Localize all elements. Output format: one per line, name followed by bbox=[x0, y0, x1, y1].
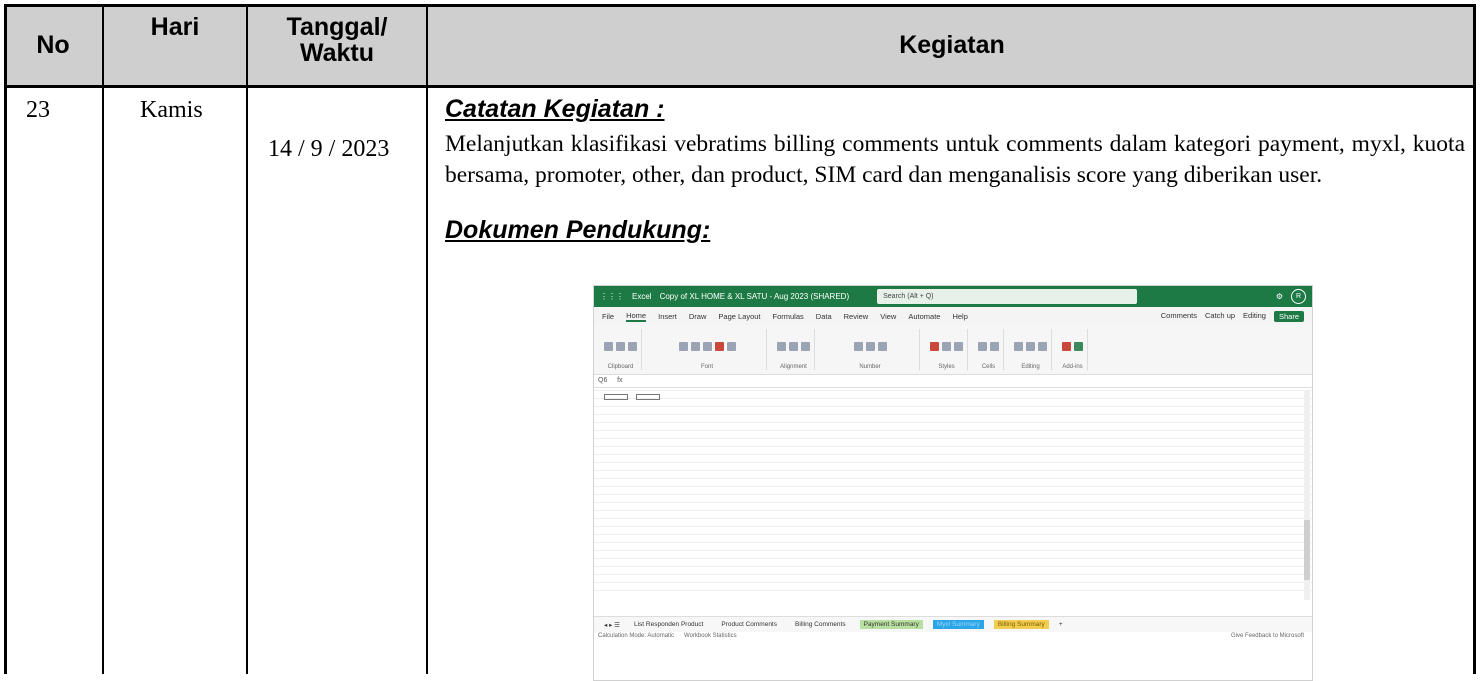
notes-title: Catatan Kegiatan : bbox=[445, 95, 665, 123]
supporting-document-title: Dokumen Pendukung: bbox=[445, 216, 711, 244]
sheet-tab: Billing Summary bbox=[993, 620, 1049, 629]
status-workbook-stats: Workbook Statistics bbox=[684, 633, 737, 639]
menu-page-layout: Page Layout bbox=[718, 311, 761, 321]
ribbon-group: Clipboard bbox=[600, 329, 642, 370]
catch-up-button: Catch up bbox=[1205, 310, 1236, 320]
row-tanggal: 14 / 9 / 2023 bbox=[268, 136, 390, 162]
row-no: 23 bbox=[26, 97, 50, 123]
menu-right: Comments Catch up Editing Share bbox=[1160, 310, 1304, 322]
editing-button: Editing bbox=[1243, 310, 1266, 320]
sheet-tab: Billing Comments bbox=[795, 621, 846, 628]
notes-text: Melanjutkan klasifikasi vebratims billin… bbox=[445, 131, 1465, 188]
status-feedback: Give Feedback to Microsoft bbox=[1230, 633, 1304, 639]
ribbon-group: Add-ins bbox=[1058, 329, 1088, 370]
excel-file-name: Copy of XL HOME & XL SATU - Aug 2023 (SH… bbox=[659, 292, 850, 301]
menu-file: File bbox=[602, 311, 615, 321]
ribbon-group: Number bbox=[821, 329, 920, 370]
menu-home: Home bbox=[626, 310, 647, 322]
sheet-tab: Payment Summary bbox=[859, 620, 923, 629]
excel-screenshot: ⋮⋮⋮ Excel Copy of XL HOME & XL SATU - Au… bbox=[593, 285, 1313, 681]
ribbon-group: Editing bbox=[1010, 329, 1052, 370]
menu-review: Review bbox=[843, 311, 869, 321]
add-sheet-icon: + bbox=[1058, 621, 1063, 628]
excel-menu: File Home Insert Draw Page Layout Formul… bbox=[594, 307, 1312, 325]
ribbon-group: Font bbox=[648, 329, 767, 370]
header-tanggal: Tanggal/ Waktu bbox=[248, 14, 426, 66]
row-hari: Kamis bbox=[140, 97, 203, 123]
menu-view: View bbox=[880, 311, 897, 321]
menu-draw: Draw bbox=[688, 311, 707, 321]
header-tanggal-line1: Tanggal/ bbox=[286, 13, 388, 41]
ribbon-group: Alignment bbox=[773, 329, 815, 370]
sheet-tab: List Responden Product bbox=[633, 621, 704, 628]
excel-ribbon: Clipboard Font Alignment Number Styles C… bbox=[594, 325, 1312, 375]
share-button: Share bbox=[1273, 310, 1304, 322]
cell-reference: Q6 bbox=[598, 377, 608, 384]
ribbon-group: Cells bbox=[974, 329, 1004, 370]
spreadsheet-grid bbox=[594, 390, 1312, 598]
header-tanggal-line2: Waktu bbox=[299, 39, 375, 67]
formula-bar: Q6 fx bbox=[594, 375, 1312, 388]
ribbon-group: Styles bbox=[926, 329, 968, 370]
vertical-scrollbar bbox=[1304, 390, 1310, 600]
gear-icon: ⚙ bbox=[1275, 292, 1283, 301]
status-calc-mode: Calculation Mode: Automatic bbox=[598, 633, 675, 639]
sheet-tab: Product Comments bbox=[721, 621, 777, 628]
header-no: No bbox=[36, 31, 70, 59]
sheet-tabs: ◂ ▸ ☰ List Responden Product Product Com… bbox=[594, 616, 1312, 632]
menu-help: Help bbox=[952, 311, 968, 321]
menu-insert: Insert bbox=[658, 311, 677, 321]
excel-app-name: Excel bbox=[632, 292, 652, 301]
sheet-nav-icon: ◂ ▸ ☰ bbox=[604, 621, 620, 629]
menu-formulas: Formulas bbox=[772, 311, 804, 321]
column-divider bbox=[102, 4, 104, 674]
avatar: R bbox=[1291, 289, 1306, 304]
menu-data: Data bbox=[815, 311, 832, 321]
header-kegiatan: Kegiatan bbox=[899, 31, 1005, 59]
column-divider bbox=[246, 4, 248, 674]
menu-automate: Automate bbox=[908, 311, 941, 321]
excel-title-bar: ⋮⋮⋮ Excel Copy of XL HOME & XL SATU - Au… bbox=[594, 286, 1312, 307]
header-hari: Hari bbox=[150, 13, 200, 41]
status-bar: Calculation Mode: Automatic Workbook Sta… bbox=[594, 633, 1312, 643]
excel-search: Search (Alt + Q) bbox=[877, 289, 1138, 304]
comments-button: Comments bbox=[1160, 310, 1198, 320]
column-divider bbox=[426, 4, 428, 674]
sheet-tab: Myxl Summary bbox=[932, 620, 984, 629]
app-launcher-icon: ⋮⋮⋮ bbox=[600, 292, 624, 301]
